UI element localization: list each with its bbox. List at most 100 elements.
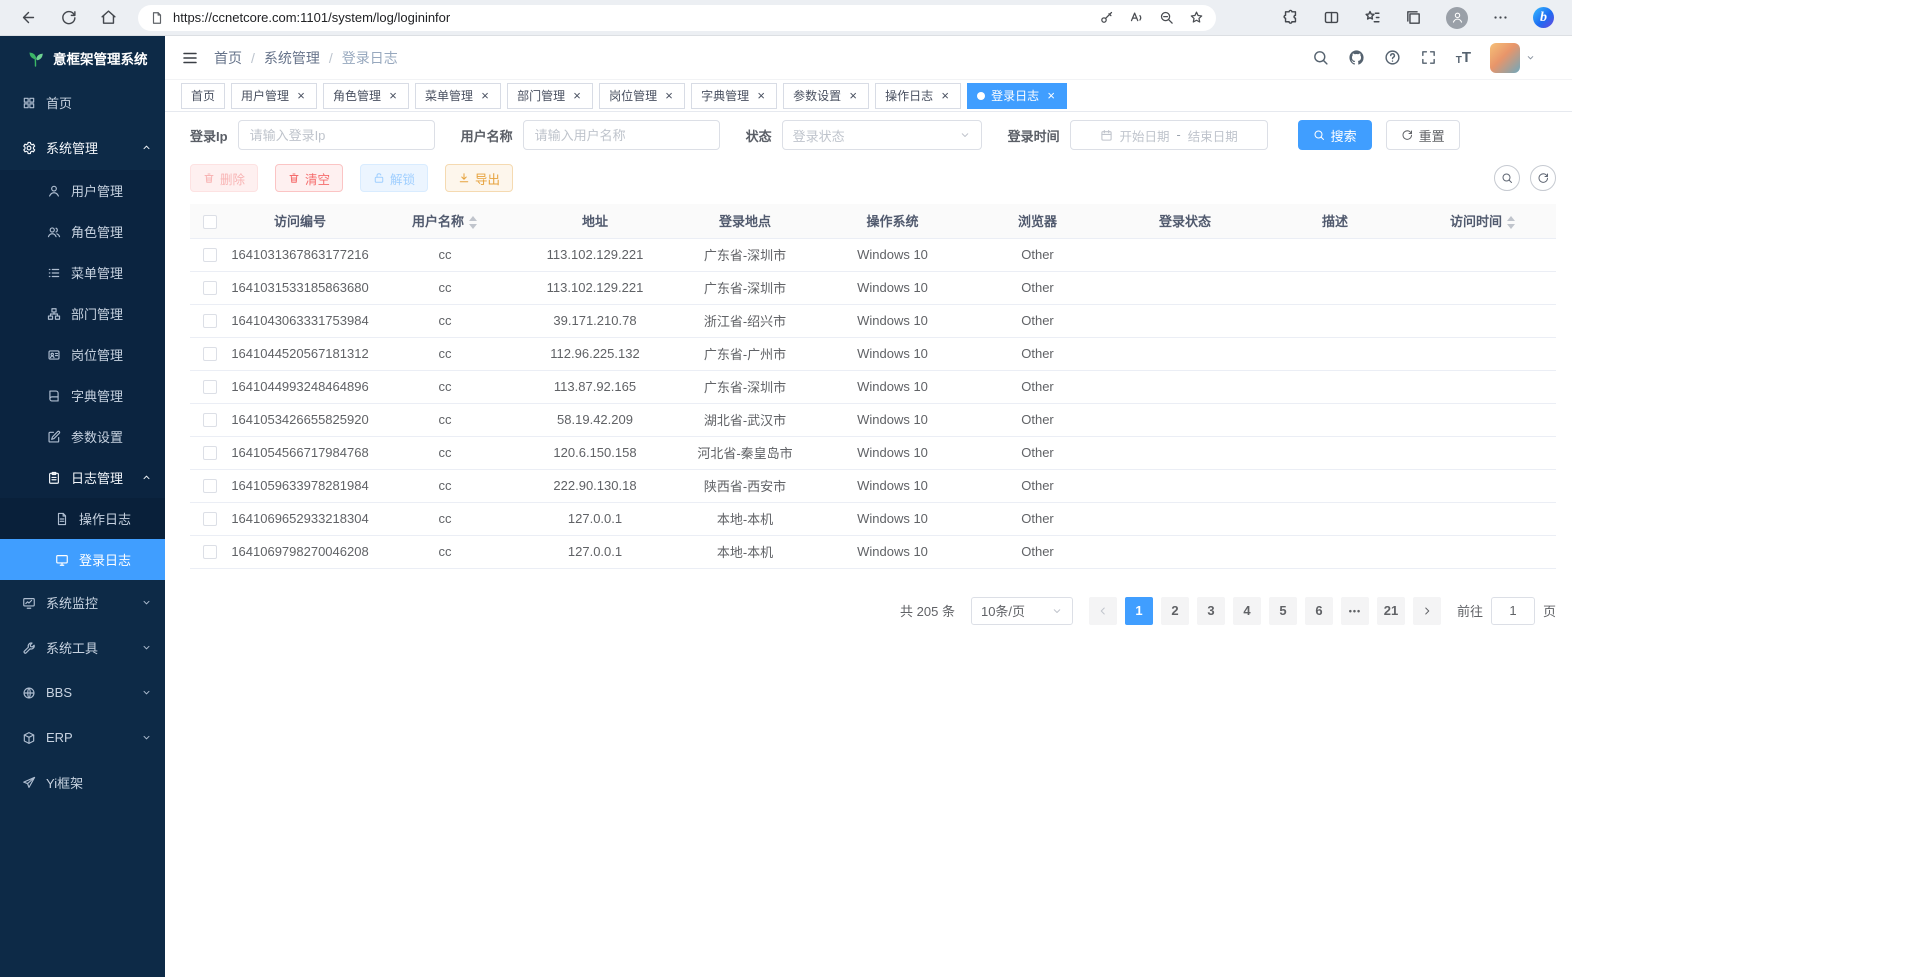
extensions-icon[interactable] bbox=[1282, 9, 1299, 26]
select-all-checkbox[interactable] bbox=[203, 215, 217, 229]
zoom-out-icon[interactable] bbox=[1159, 10, 1174, 25]
row-checkbox[interactable] bbox=[203, 413, 217, 427]
login-ip-input[interactable] bbox=[238, 120, 435, 150]
sidebar-item[interactable]: 登录日志 bbox=[0, 539, 165, 580]
settings-menu-icon[interactable] bbox=[1492, 9, 1509, 26]
sidebar-item[interactable]: 首页 bbox=[0, 80, 165, 125]
page-button[interactable]: 6 bbox=[1305, 597, 1333, 625]
sidebar-item[interactable]: Yi框架 bbox=[0, 760, 165, 805]
sidebar-item[interactable]: BBS bbox=[0, 670, 165, 715]
sidebar-item[interactable]: 参数设置 bbox=[0, 416, 165, 457]
table-row[interactable]: 1641053426655825920 cc 58.19.42.209 湖北省-… bbox=[190, 403, 1556, 436]
page-size-select[interactable]: 10条/页 bbox=[971, 597, 1073, 625]
page-button[interactable]: 5 bbox=[1269, 597, 1297, 625]
row-checkbox[interactable] bbox=[203, 281, 217, 295]
tab-close-icon[interactable]: × bbox=[847, 89, 859, 102]
page-button[interactable]: 3 bbox=[1197, 597, 1225, 625]
tab-close-icon[interactable]: × bbox=[1045, 89, 1057, 102]
prev-page-button[interactable] bbox=[1089, 597, 1117, 625]
sort-caret-icon[interactable] bbox=[468, 215, 478, 230]
tab-close-icon[interactable]: × bbox=[663, 89, 675, 102]
row-checkbox[interactable] bbox=[203, 380, 217, 394]
tab[interactable]: 参数设置 × bbox=[783, 83, 869, 109]
page-button[interactable]: 21 bbox=[1377, 597, 1405, 625]
toggle-search-button[interactable] bbox=[1494, 165, 1520, 191]
row-checkbox[interactable] bbox=[203, 545, 217, 559]
tab-close-icon[interactable]: × bbox=[295, 89, 307, 102]
github-icon[interactable] bbox=[1348, 49, 1365, 66]
tab[interactable]: 用户管理 × bbox=[231, 83, 317, 109]
sidebar-item[interactable]: 部门管理 bbox=[0, 293, 165, 334]
address-bar[interactable]: https://ccnetcore.com:1101/system/log/lo… bbox=[138, 5, 1216, 31]
tab[interactable]: 操作日志 × bbox=[875, 83, 961, 109]
table-row[interactable]: 1641069798270046208 cc 127.0.0.1 本地-本机 W… bbox=[190, 535, 1556, 568]
search-icon[interactable] bbox=[1312, 49, 1329, 66]
read-aloud-icon[interactable] bbox=[1129, 10, 1144, 25]
row-checkbox[interactable] bbox=[203, 314, 217, 328]
unlock-button[interactable]: 解锁 bbox=[360, 164, 428, 192]
tab-close-icon[interactable]: × bbox=[387, 89, 399, 102]
split-screen-icon[interactable] bbox=[1323, 9, 1340, 26]
password-key-icon[interactable] bbox=[1099, 10, 1114, 25]
favorites-bar-icon[interactable] bbox=[1364, 9, 1381, 26]
table-row[interactable]: 1641069652933218304 cc 127.0.0.1 本地-本机 W… bbox=[190, 502, 1556, 535]
page-jump-input[interactable] bbox=[1491, 597, 1535, 625]
sidebar-toggle-icon[interactable] bbox=[181, 49, 199, 67]
page-button[interactable]: ••• bbox=[1341, 597, 1369, 625]
back-button[interactable] bbox=[8, 3, 48, 33]
breadcrumb-home[interactable]: 首页 bbox=[214, 48, 242, 68]
table-row[interactable]: 1641054566717984768 cc 120.6.150.158 河北省… bbox=[190, 436, 1556, 469]
column-header[interactable]: 访问时间 bbox=[1410, 204, 1556, 238]
fullscreen-icon[interactable] bbox=[1420, 49, 1437, 66]
page-button[interactable]: 2 bbox=[1161, 597, 1189, 625]
clear-button[interactable]: 清空 bbox=[275, 164, 343, 192]
user-name-input[interactable] bbox=[523, 120, 720, 150]
table-row[interactable]: 1641059633978281984 cc 222.90.130.18 陕西省… bbox=[190, 469, 1556, 502]
table-row[interactable]: 1641031367863177216 cc 113.102.129.221 广… bbox=[190, 238, 1556, 271]
tab[interactable]: 首页 × bbox=[181, 83, 225, 109]
sidebar-item[interactable]: 系统工具 bbox=[0, 625, 165, 670]
tab-close-icon[interactable]: × bbox=[755, 89, 767, 102]
tab-close-icon[interactable]: × bbox=[479, 89, 491, 102]
browser-profile-icon[interactable] bbox=[1446, 7, 1468, 29]
sidebar-item[interactable]: ERP bbox=[0, 715, 165, 760]
delete-button[interactable]: 删除 bbox=[190, 164, 258, 192]
row-checkbox[interactable] bbox=[203, 347, 217, 361]
tab-close-icon[interactable]: × bbox=[939, 89, 951, 102]
tab[interactable]: 菜单管理 × bbox=[415, 83, 501, 109]
site-info-icon[interactable] bbox=[150, 11, 164, 25]
table-row[interactable]: 1641031533185863680 cc 113.102.129.221 广… bbox=[190, 271, 1556, 304]
sidebar-item[interactable]: 日志管理 bbox=[0, 457, 165, 498]
collections-icon[interactable] bbox=[1405, 9, 1422, 26]
sidebar-item[interactable]: 系统监控 bbox=[0, 580, 165, 625]
sidebar-item[interactable]: 系统管理 bbox=[0, 125, 165, 170]
refresh-button[interactable] bbox=[48, 3, 88, 33]
breadcrumb-system[interactable]: 系统管理 bbox=[264, 48, 320, 68]
status-select[interactable]: 登录状态 bbox=[782, 120, 982, 150]
table-row[interactable]: 1641044993248464896 cc 113.87.92.165 广东省… bbox=[190, 370, 1556, 403]
sidebar-item[interactable]: 角色管理 bbox=[0, 211, 165, 252]
table-row[interactable]: 1641043063331753984 cc 39.171.210.78 浙江省… bbox=[190, 304, 1556, 337]
row-checkbox[interactable] bbox=[203, 248, 217, 262]
sidebar-item[interactable]: 菜单管理 bbox=[0, 252, 165, 293]
sidebar-item[interactable]: 岗位管理 bbox=[0, 334, 165, 375]
row-checkbox[interactable] bbox=[203, 479, 217, 493]
sort-caret-icon[interactable] bbox=[1506, 215, 1516, 230]
page-button[interactable]: 4 bbox=[1233, 597, 1261, 625]
row-checkbox[interactable] bbox=[203, 512, 217, 526]
refresh-table-button[interactable] bbox=[1530, 165, 1556, 191]
user-menu[interactable] bbox=[1490, 43, 1536, 73]
next-page-button[interactable] bbox=[1413, 597, 1441, 625]
search-button[interactable]: 搜索 bbox=[1298, 120, 1372, 150]
home-button[interactable] bbox=[88, 3, 128, 33]
tab[interactable]: 登录日志 × bbox=[967, 83, 1067, 109]
column-header[interactable]: 用户名称 bbox=[370, 204, 520, 238]
tab[interactable]: 岗位管理 × bbox=[599, 83, 685, 109]
sidebar-item[interactable]: 用户管理 bbox=[0, 170, 165, 211]
tab-close-icon[interactable]: × bbox=[571, 89, 583, 102]
font-size-icon[interactable]: TT bbox=[1456, 49, 1471, 66]
help-icon[interactable] bbox=[1384, 49, 1401, 66]
tab[interactable]: 字典管理 × bbox=[691, 83, 777, 109]
favorites-icon[interactable] bbox=[1189, 10, 1204, 25]
page-button[interactable]: 1 bbox=[1125, 597, 1153, 625]
